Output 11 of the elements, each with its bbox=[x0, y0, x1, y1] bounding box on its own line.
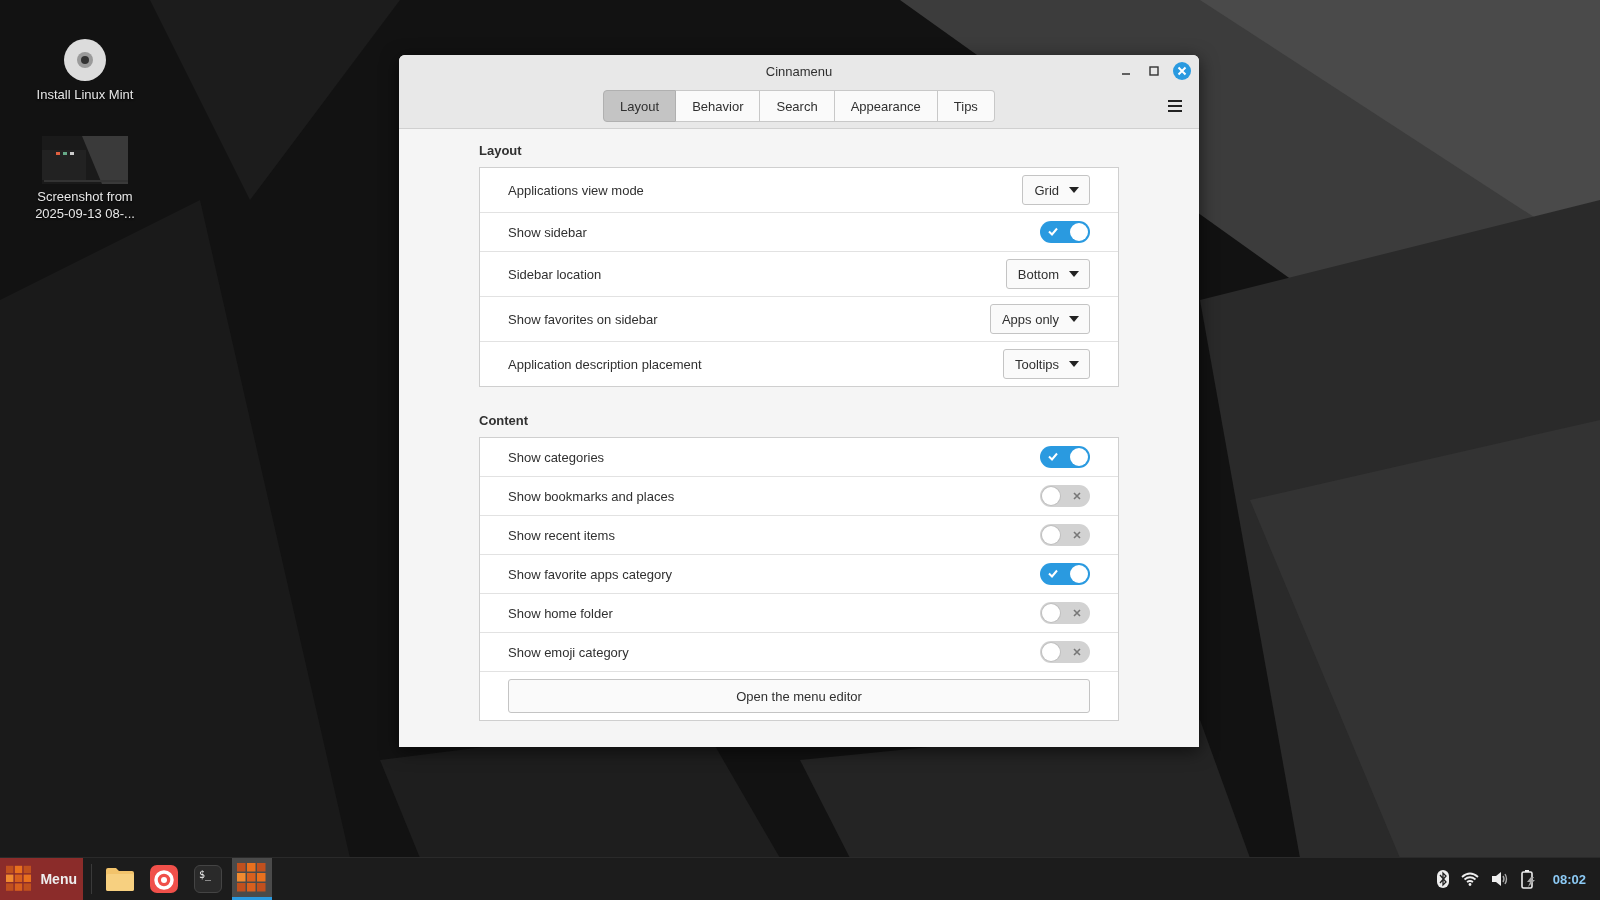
terminal-icon: $_ bbox=[194, 865, 222, 893]
taskbar-launcher[interactable]: $_ bbox=[188, 858, 228, 900]
folder-icon bbox=[106, 867, 134, 891]
grid-icon bbox=[237, 862, 267, 893]
wifi-icon[interactable] bbox=[1460, 872, 1479, 886]
clock[interactable]: 08:02 bbox=[1552, 871, 1586, 887]
menu-button[interactable]: Menu bbox=[0, 858, 83, 900]
grid-icon bbox=[6, 865, 33, 893]
bluetooth-icon[interactable] bbox=[1436, 870, 1449, 888]
battery-icon[interactable] bbox=[1520, 869, 1537, 889]
volume-icon[interactable] bbox=[1490, 871, 1509, 887]
